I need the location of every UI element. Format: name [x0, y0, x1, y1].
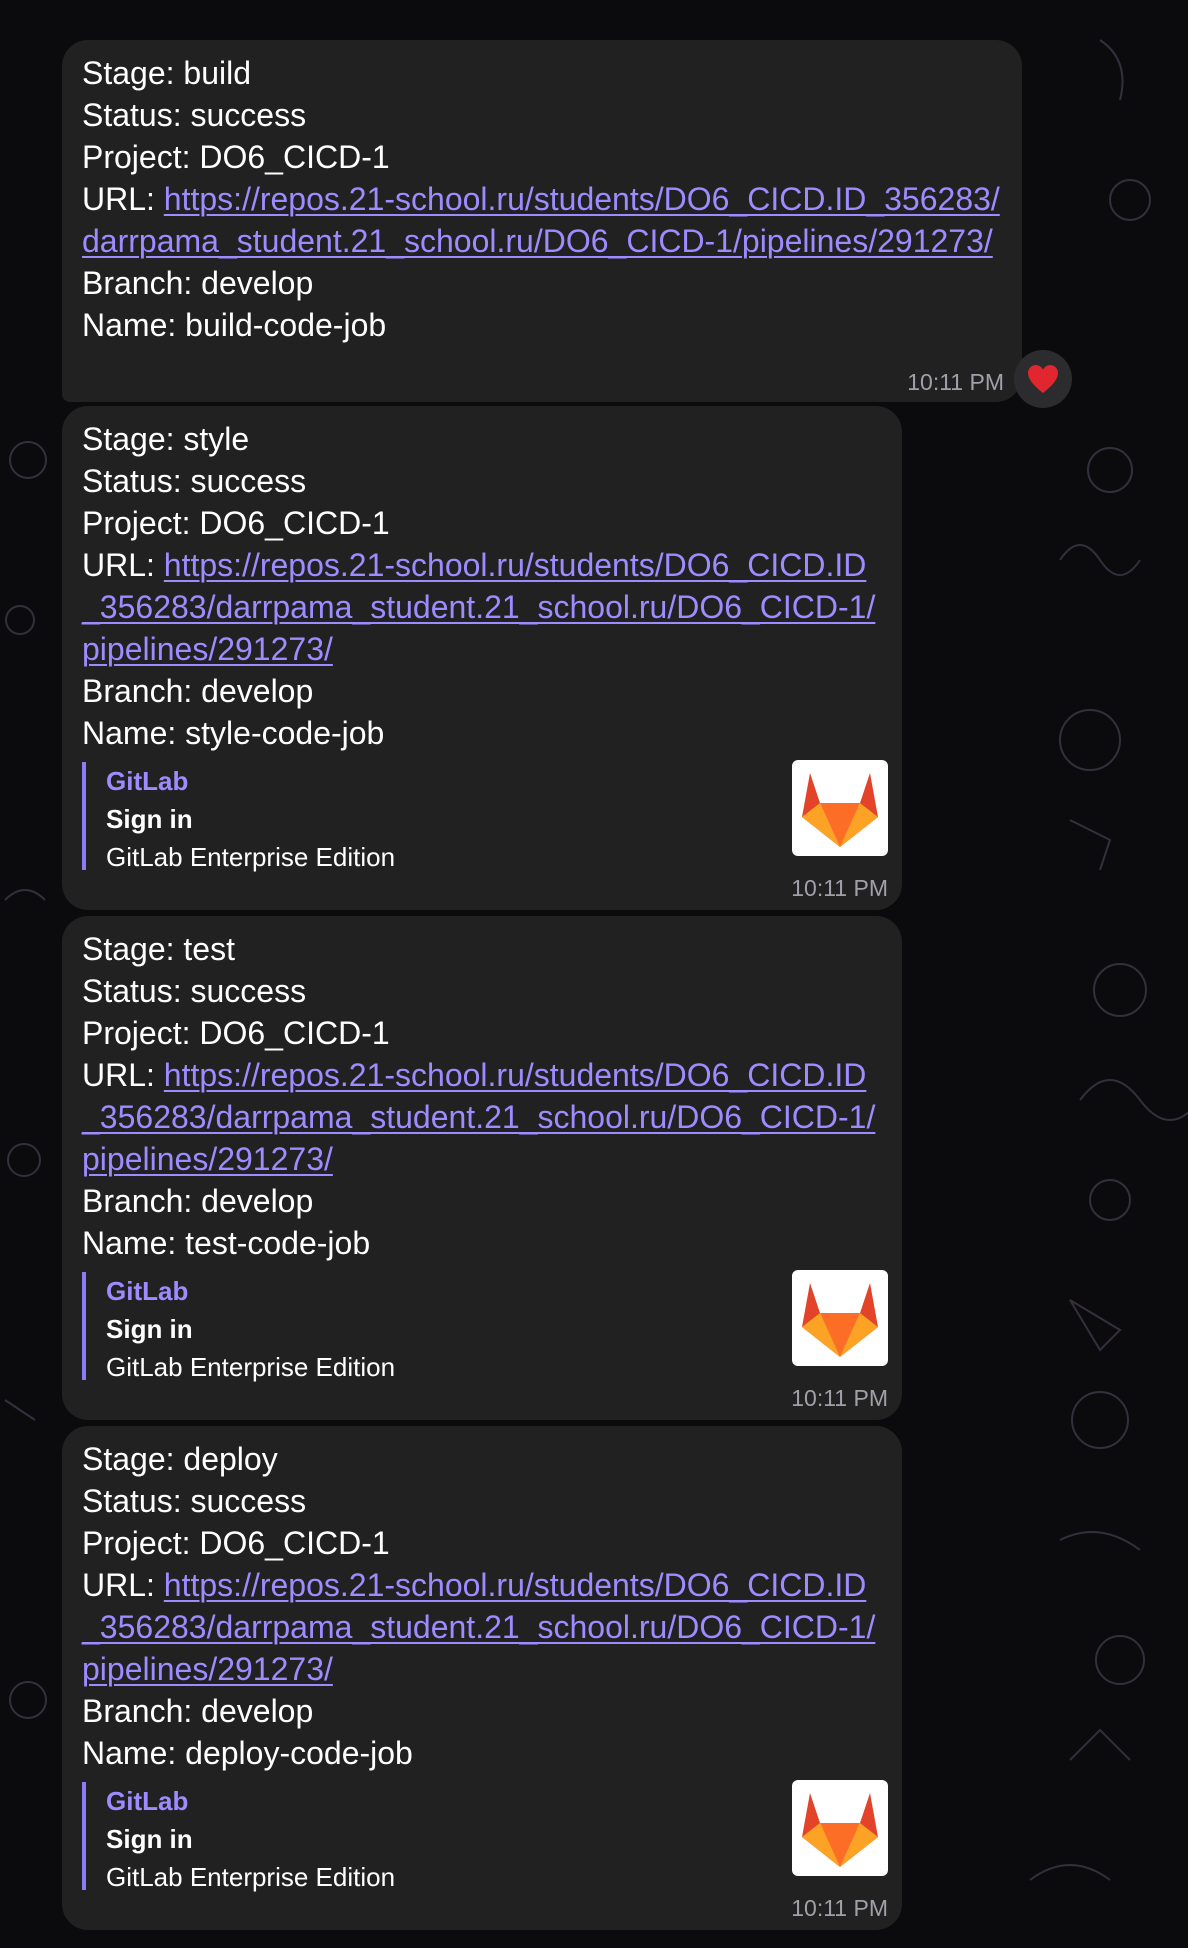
url-label: URL:: [82, 1057, 164, 1093]
message-timestamp: 10:11 PM: [791, 1385, 888, 1411]
message-bubble[interactable]: Stage: build Status: success Project: DO…: [62, 40, 1022, 402]
message-project: Project: DO6_CICD-1: [82, 1015, 390, 1051]
message-url-row: URL: https://repos.21-school.ru/students…: [82, 1564, 882, 1690]
message-job-name: Name: test-code-job: [82, 1225, 371, 1261]
message-branch: Branch: develop: [82, 265, 314, 301]
message-job-name: Name: deploy-code-job: [82, 1735, 413, 1771]
message-branch: Branch: develop: [82, 1693, 314, 1729]
message-status: Status: success: [82, 97, 307, 133]
pipeline-link[interactable]: https://repos.21-school.ru/students/DO6_…: [82, 1567, 875, 1687]
message-job-name: Name: style-code-job: [82, 715, 385, 751]
message-timestamp: 10:11 PM: [907, 369, 1004, 395]
url-label: URL:: [82, 181, 164, 217]
preview-thumbnail[interactable]: [792, 1780, 888, 1876]
pipeline-link[interactable]: https://repos.21-school.ru/students/DO6_…: [82, 181, 1000, 259]
preview-title: Sign in: [106, 1824, 193, 1854]
preview-thumbnail[interactable]: [792, 760, 888, 856]
link-preview[interactable]: GitLab Sign in GitLab Enterprise Edition: [82, 1272, 882, 1382]
message-url-row: URL: https://repos.21-school.ru/students…: [82, 544, 882, 670]
heart-icon: [1028, 365, 1058, 393]
message-stage: Stage: build: [82, 55, 252, 91]
preview-description: GitLab Enterprise Edition: [106, 1352, 396, 1382]
message-stage: Stage: test: [82, 931, 235, 967]
message-branch: Branch: develop: [82, 673, 314, 709]
preview-title: Sign in: [106, 1314, 193, 1344]
link-preview[interactable]: GitLab Sign in GitLab Enterprise Edition: [82, 1782, 882, 1892]
message-status: Status: success: [82, 1483, 307, 1519]
message-bubble[interactable]: Stage: style Status: success Project: DO…: [62, 406, 902, 910]
pipeline-link[interactable]: https://repos.21-school.ru/students/DO6_…: [82, 547, 875, 667]
preview-site-name: GitLab: [106, 766, 189, 796]
link-preview[interactable]: GitLab Sign in GitLab Enterprise Edition: [82, 762, 882, 872]
pipeline-link[interactable]: https://repos.21-school.ru/students/DO6_…: [82, 1057, 875, 1177]
url-label: URL:: [82, 1567, 164, 1603]
message-project: Project: DO6_CICD-1: [82, 505, 390, 541]
message-bubble[interactable]: Stage: deploy Status: success Project: D…: [62, 1426, 902, 1930]
message-stage: Stage: deploy: [82, 1441, 278, 1477]
message-stage: Stage: style: [82, 421, 250, 457]
gitlab-logo-icon: [802, 1283, 878, 1357]
message-timestamp: 10:11 PM: [791, 875, 888, 901]
message-bubble[interactable]: Stage: test Status: success Project: DO6…: [62, 916, 902, 1420]
preview-site-name: GitLab: [106, 1786, 189, 1816]
preview-description: GitLab Enterprise Edition: [106, 1862, 396, 1892]
message-project: Project: DO6_CICD-1: [82, 1525, 390, 1561]
message-job-name: Name: build-code-job: [82, 307, 387, 343]
heart-reaction[interactable]: [1014, 350, 1072, 408]
message-status: Status: success: [82, 973, 307, 1009]
url-label: URL:: [82, 547, 164, 583]
preview-site-name: GitLab: [106, 1276, 189, 1306]
preview-title: Sign in: [106, 804, 193, 834]
message-status: Status: success: [82, 463, 307, 499]
message-branch: Branch: develop: [82, 1183, 314, 1219]
gitlab-logo-icon: [802, 773, 878, 847]
preview-thumbnail[interactable]: [792, 1270, 888, 1366]
message-url-row: URL: https://repos.21-school.ru/students…: [82, 1054, 882, 1180]
message-project: Project: DO6_CICD-1: [82, 139, 390, 175]
gitlab-logo-icon: [802, 1793, 878, 1867]
message-url-row: URL: https://repos.21-school.ru/students…: [82, 178, 1002, 262]
chat-message-list[interactable]: Stage: build Status: success Project: DO…: [0, 0, 1188, 1948]
message-timestamp: 10:11 PM: [791, 1895, 888, 1921]
preview-description: GitLab Enterprise Edition: [106, 842, 396, 872]
